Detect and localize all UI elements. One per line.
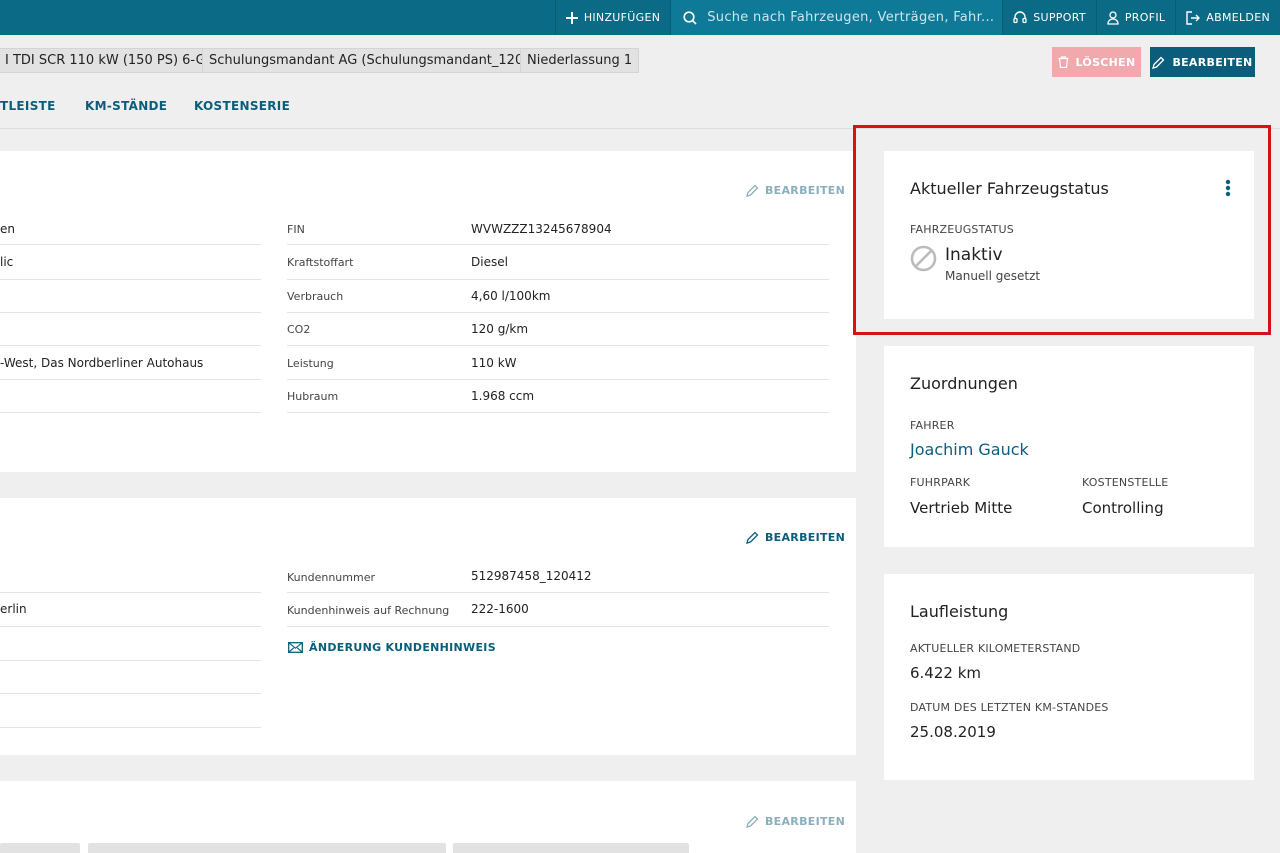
branch-tag: Niederlassung 1 bbox=[520, 48, 640, 73]
cost-center-value: Controlling bbox=[1082, 499, 1164, 517]
co2-value: 120 g/km bbox=[471, 322, 529, 336]
power-value: 110 kW bbox=[471, 356, 517, 370]
row-divider bbox=[0, 279, 261, 280]
row-divider bbox=[287, 244, 829, 245]
invoice-note-label: Kundenhinweis auf Rechnung bbox=[287, 604, 450, 617]
edit-label: BEARBEITEN bbox=[1172, 55, 1253, 69]
profile-label: PROFIL bbox=[1124, 11, 1166, 24]
row-divider bbox=[0, 626, 261, 627]
fin-label: FIN bbox=[287, 223, 305, 236]
row-divider bbox=[287, 345, 829, 346]
consumption-value: 4,60 l/100km bbox=[471, 289, 551, 303]
pencil-icon bbox=[1152, 56, 1165, 69]
tab-laufleistung[interactable]: TLEISTE bbox=[0, 99, 56, 113]
third-edit-link[interactable]: BEARBEITEN bbox=[746, 815, 845, 828]
user-icon bbox=[1107, 10, 1119, 25]
search-icon bbox=[683, 10, 697, 25]
row-divider bbox=[287, 592, 829, 593]
row-divider bbox=[287, 312, 829, 313]
invoice-note-value: 222-1600 bbox=[471, 602, 529, 616]
delete-label: LÖSCHEN bbox=[1075, 55, 1136, 69]
equipment-chip bbox=[0, 843, 80, 853]
co2-label: CO2 bbox=[287, 323, 311, 336]
consumption-label: Verbrauch bbox=[287, 290, 344, 303]
plus-icon bbox=[565, 11, 578, 24]
assignments-title: Zuordnungen bbox=[910, 374, 1018, 393]
vehicle-edit-link[interactable]: BEARBEITEN bbox=[746, 184, 845, 197]
left-value: en bbox=[0, 222, 15, 236]
assignments-card: Zuordnungen FAHRER Joachim Gauck FUHRPAR… bbox=[884, 346, 1254, 547]
row-divider bbox=[287, 412, 829, 413]
row-divider bbox=[287, 379, 829, 380]
customer-number-value: 512987458_120412 bbox=[471, 569, 592, 583]
highlight-box bbox=[853, 125, 1271, 335]
third-edit-label: BEARBEITEN bbox=[765, 815, 846, 828]
trash-icon bbox=[1058, 56, 1068, 68]
row-divider bbox=[0, 727, 261, 728]
tab-kostenserie[interactable]: KOSTENSERIE bbox=[194, 99, 290, 113]
support-link[interactable]: SUPPORT bbox=[1002, 0, 1096, 35]
change-note-label: ÄNDERUNG KUNDENHINWEIS bbox=[309, 641, 496, 654]
change-note-link[interactable]: ÄNDERUNG KUNDENHINWEIS bbox=[288, 641, 496, 654]
row-divider bbox=[0, 660, 261, 661]
add-button[interactable]: HINZUFÜGEN bbox=[554, 0, 670, 35]
equipment-chip bbox=[453, 843, 689, 853]
driver-link[interactable]: Joachim Gauck bbox=[910, 440, 1029, 459]
envelope-icon bbox=[288, 642, 303, 653]
fleet-caption: FUHRPARK bbox=[910, 476, 971, 489]
km-caption: AKTUELLER KILOMETERSTAND bbox=[910, 642, 1081, 655]
row-divider bbox=[0, 412, 261, 413]
pencil-icon bbox=[746, 815, 759, 828]
add-label: HINZUFÜGEN bbox=[583, 11, 661, 24]
pencil-icon bbox=[746, 531, 759, 544]
left-value: -West, Das Nordberliner Autohaus bbox=[0, 356, 204, 370]
left-value: erlin bbox=[0, 602, 27, 616]
driver-caption: FAHRER bbox=[910, 419, 955, 432]
vehicle-edit-label: BEARBEITEN bbox=[765, 184, 846, 197]
row-divider bbox=[287, 626, 829, 627]
logout-link[interactable]: ABMELDEN bbox=[1175, 0, 1280, 35]
displacement-value: 1.968 ccm bbox=[471, 389, 535, 403]
mileage-card: Laufleistung AKTUELLER KILOMETERSTAND 6.… bbox=[884, 574, 1254, 780]
row-divider bbox=[0, 693, 261, 694]
fin-value: WVWZZZ13245678904 bbox=[471, 222, 612, 236]
row-divider bbox=[0, 592, 261, 593]
fleet-value: Vertrieb Mitte bbox=[910, 499, 1013, 517]
row-divider bbox=[0, 379, 261, 380]
logout-label: ABMELDEN bbox=[1206, 11, 1270, 24]
power-label: Leistung bbox=[287, 357, 334, 370]
tab-km-staende[interactable]: KM-STÄNDE bbox=[85, 99, 167, 113]
row-divider bbox=[0, 345, 261, 346]
search-input[interactable]: Suche nach Fahrzeugen, Verträgen, Fahr..… bbox=[707, 10, 994, 25]
mileage-title: Laufleistung bbox=[910, 602, 1009, 621]
top-navigation-bar: HINZUFÜGEN Suche nach Fahrzeugen, Verträ… bbox=[0, 0, 1280, 35]
support-label: SUPPORT bbox=[1033, 11, 1086, 24]
edit-vehicle-button[interactable]: BEARBEITEN bbox=[1150, 47, 1255, 77]
customer-panel: BEARBEITEN erlin Kundennummer 512987458_… bbox=[0, 498, 856, 755]
km-date-value: 25.08.2019 bbox=[910, 723, 996, 741]
logout-icon bbox=[1186, 10, 1201, 25]
customer-number-label: Kundennummer bbox=[287, 571, 375, 584]
delete-button[interactable]: LÖSCHEN bbox=[1052, 47, 1141, 77]
equipment-chip bbox=[88, 843, 446, 853]
profile-link[interactable]: PROFIL bbox=[1095, 0, 1175, 35]
left-value: lic bbox=[0, 255, 14, 269]
pencil-icon bbox=[746, 184, 759, 197]
km-value: 6.422 km bbox=[910, 664, 982, 682]
fuel-value: Diesel bbox=[471, 255, 508, 269]
displacement-label: Hubraum bbox=[287, 390, 339, 403]
customer-edit-link[interactable]: BEARBEITEN bbox=[746, 531, 845, 544]
row-divider bbox=[0, 244, 261, 245]
fuel-label: Kraftstoffart bbox=[287, 256, 354, 269]
customer-edit-label: BEARBEITEN bbox=[765, 531, 846, 544]
cost-center-caption: KOSTENSTELLE bbox=[1082, 476, 1169, 489]
client-tag: Schulungsmandant AG (Schulungsmandant_12… bbox=[202, 48, 561, 73]
global-search[interactable]: Suche nach Fahrzeugen, Verträgen, Fahr..… bbox=[670, 0, 1003, 35]
vehicle-details-panel: BEARBEITEN en lic -West, Das Nordberline… bbox=[0, 151, 856, 472]
row-divider bbox=[0, 312, 261, 313]
headset-icon bbox=[1013, 10, 1027, 23]
km-date-caption: DATUM DES LETZTEN KM-STANDES bbox=[910, 701, 1109, 714]
row-divider bbox=[287, 279, 829, 280]
